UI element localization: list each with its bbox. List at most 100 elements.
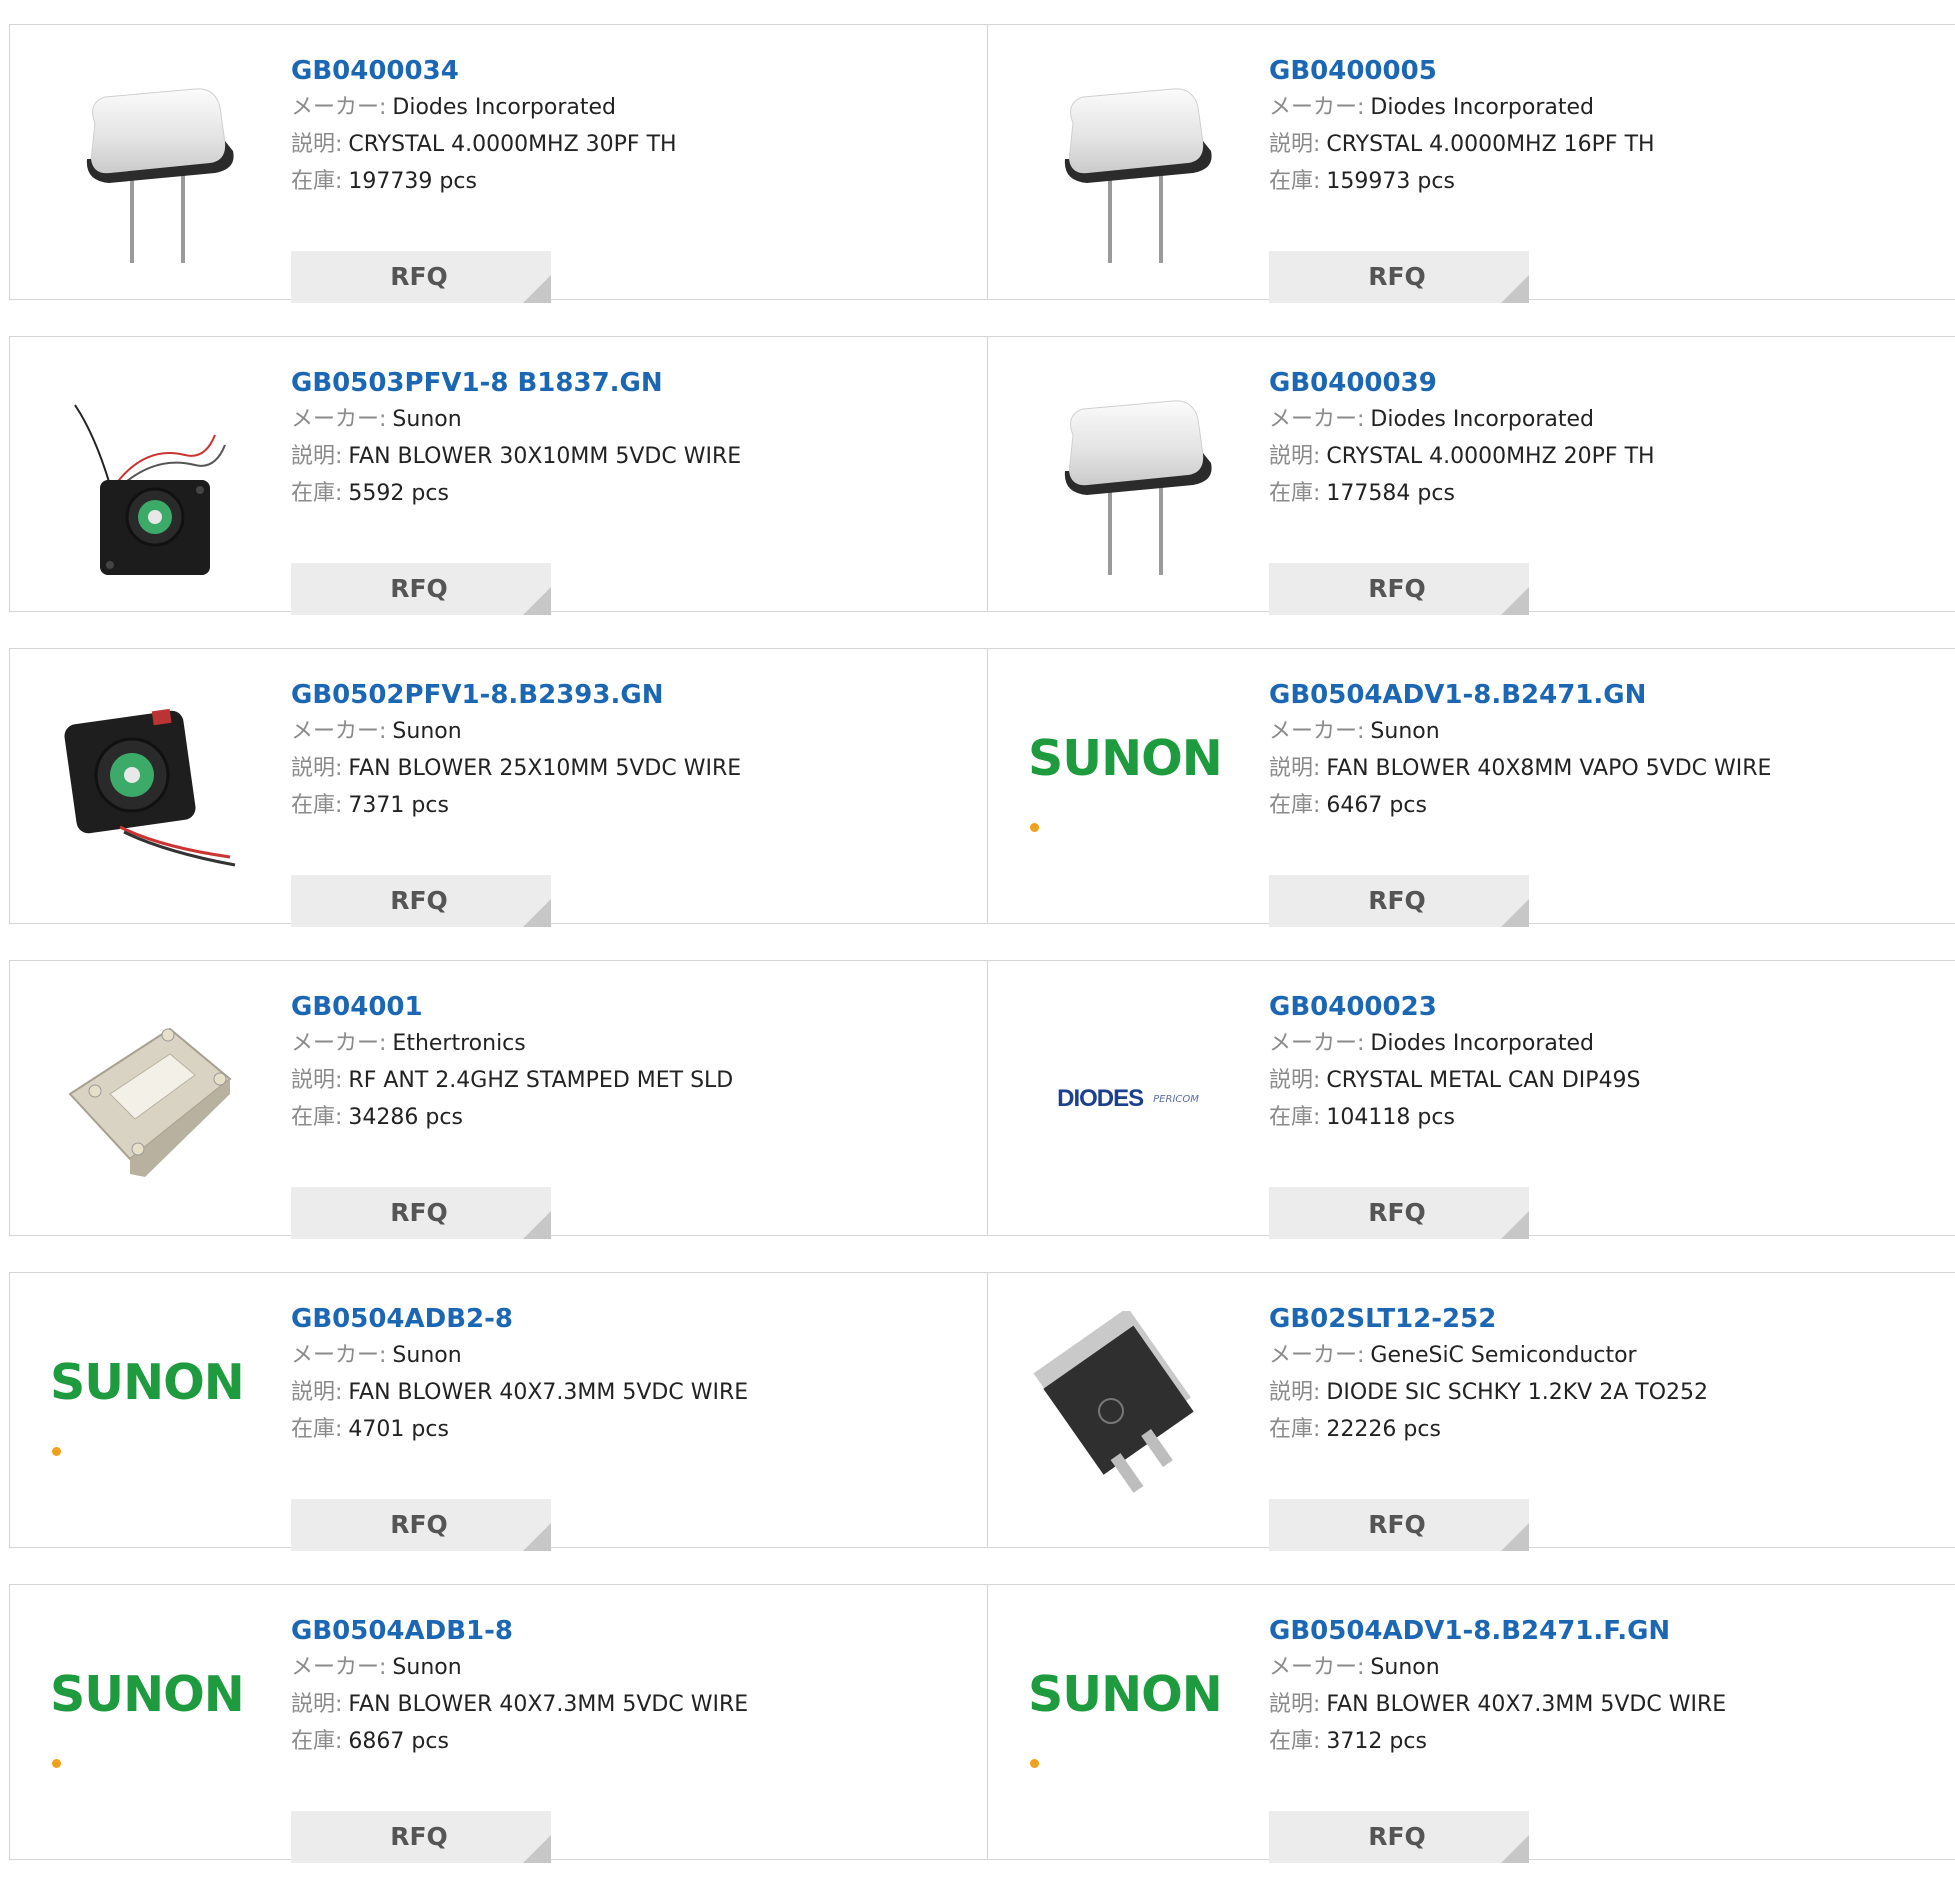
- rfq-button[interactable]: RFQ: [291, 563, 551, 615]
- part-number-link[interactable]: GB02SLT12-252: [1269, 1301, 1496, 1337]
- description-line: 説明: FAN BLOWER 40X7.3MM 5VDC WIRE: [291, 1686, 977, 1723]
- rfq-corner-decoration: [1501, 1835, 1529, 1863]
- product-card: GB0400034 メーカー: Diodes Incorporated 説明: CR…: [9, 24, 988, 303]
- rfq-button[interactable]: RFQ: [1269, 1811, 1529, 1863]
- product-card: GB0400039 メーカー: Diodes Incorporated 説明: CR…: [988, 336, 1955, 615]
- part-number-link[interactable]: GB0400023: [1269, 989, 1437, 1025]
- sunon-logo-dot: [1030, 823, 1039, 832]
- product-card: GB04001 メーカー: Ethertronics 説明: RF ANT 2.4G…: [9, 960, 988, 1239]
- product-image[interactable]: [50, 999, 250, 1199]
- description-line: 説明: CRYSTAL 4.0000MHZ 16PF TH: [1269, 126, 1955, 163]
- rfq-label: RFQ: [390, 1198, 448, 1227]
- maker-line: メーカー: Diodes Incorporated: [1269, 1025, 1955, 1062]
- stock-label: 在庫:: [1269, 1105, 1321, 1130]
- part-number-link[interactable]: GB0503PFV1-8 B1837.GN: [291, 365, 663, 401]
- stock-value: 177584 pcs: [1326, 481, 1455, 506]
- description-line: 説明: FAN BLOWER 40X7.3MM 5VDC WIRE: [1269, 1686, 1955, 1723]
- product-image[interactable]: DIODES PERICOM: [1028, 999, 1228, 1199]
- rfq-label: RFQ: [1368, 1510, 1426, 1539]
- part-number-link[interactable]: GB04001: [291, 989, 423, 1025]
- maker-line: メーカー: Sunon: [1269, 1649, 1955, 1686]
- product-image[interactable]: [50, 63, 250, 263]
- maker-label: メーカー:: [1269, 1031, 1365, 1056]
- part-number-link[interactable]: GB0400005: [1269, 53, 1437, 89]
- sunon-logo: SUNON: [1028, 730, 1228, 844]
- maker-line: メーカー: Sunon: [291, 1649, 977, 1686]
- part-number-link[interactable]: GB0400039: [1269, 365, 1437, 401]
- product-card: GB0400005 メーカー: Diodes Incorporated 説明: CR…: [988, 24, 1955, 303]
- maker-line: メーカー: Diodes Incorporated: [291, 89, 977, 126]
- rfq-button[interactable]: RFQ: [1269, 563, 1529, 615]
- description-value: CRYSTAL 4.0000MHZ 20PF TH: [1326, 444, 1655, 469]
- product-image[interactable]: [1028, 63, 1228, 263]
- diodes-pericom-logo: DIODES PERICOM: [1057, 1085, 1199, 1113]
- rfq-button[interactable]: RFQ: [291, 1499, 551, 1551]
- product-image[interactable]: SUNON: [1028, 687, 1228, 887]
- maker-line: メーカー: Ethertronics: [291, 1025, 977, 1062]
- rfq-button[interactable]: RFQ: [1269, 251, 1529, 303]
- product-image[interactable]: SUNON: [1028, 1623, 1228, 1823]
- description-value: RF ANT 2.4GHZ STAMPED MET SLD: [348, 1068, 734, 1093]
- maker-value: Diodes Incorporated: [1370, 407, 1594, 432]
- product-info: GB02SLT12-252 メーカー: GeneSiC Semiconductor…: [1269, 1301, 1955, 1551]
- product-image[interactable]: [1028, 1311, 1228, 1511]
- description-value: FAN BLOWER 40X8MM VAPO 5VDC WIRE: [1326, 756, 1772, 781]
- description-label: 説明:: [1269, 1380, 1321, 1405]
- rfq-corner-decoration: [523, 1211, 551, 1239]
- rfq-button[interactable]: RFQ: [291, 251, 551, 303]
- description-label: 説明:: [291, 1380, 343, 1405]
- product-row: SUNON GB0504ADB2-8 メーカー: Sunon 説明: FAN BLO…: [9, 1272, 1955, 1551]
- product-grid: GB0400034 メーカー: Diodes Incorporated 説明: CR…: [9, 24, 1955, 1896]
- part-number-link[interactable]: GB0504ADB2-8: [291, 1301, 513, 1337]
- product-image[interactable]: [50, 375, 250, 575]
- stock-label: 在庫:: [1269, 793, 1321, 818]
- product-image[interactable]: [50, 687, 250, 887]
- description-value: CRYSTAL 4.0000MHZ 30PF TH: [348, 132, 677, 157]
- rfq-button[interactable]: RFQ: [1269, 1187, 1529, 1239]
- stock-value: 6867 pcs: [348, 1729, 449, 1754]
- product-image[interactable]: SUNON: [50, 1623, 250, 1823]
- description-label: 説明:: [1269, 1692, 1321, 1717]
- description-line: 説明: FAN BLOWER 40X7.3MM 5VDC WIRE: [291, 1374, 977, 1411]
- product-row: SUNON GB0504ADB1-8 メーカー: Sunon 説明: FAN BLO…: [9, 1584, 1955, 1863]
- maker-line: メーカー: Sunon: [291, 401, 977, 438]
- part-number-link[interactable]: GB0504ADV1-8.B2471.F.GN: [1269, 1613, 1670, 1649]
- product-info: GB0400039 メーカー: Diodes Incorporated 説明: CR…: [1269, 365, 1955, 615]
- description-line: 説明: CRYSTAL 4.0000MHZ 30PF TH: [291, 126, 977, 163]
- rfq-button[interactable]: RFQ: [1269, 1499, 1529, 1551]
- product-image[interactable]: [1028, 375, 1228, 575]
- rfq-corner-decoration: [523, 587, 551, 615]
- part-number-link[interactable]: GB0502PFV1-8.B2393.GN: [291, 677, 663, 713]
- stock-value: 6467 pcs: [1326, 793, 1427, 818]
- maker-line: メーカー: Sunon: [291, 713, 977, 750]
- description-line: 説明: FAN BLOWER 40X8MM VAPO 5VDC WIRE: [1269, 750, 1955, 787]
- rfq-button[interactable]: RFQ: [291, 1187, 551, 1239]
- stock-value: 7371 pcs: [348, 793, 449, 818]
- sunon-logo: SUNON: [50, 1666, 250, 1780]
- rfq-label: RFQ: [1368, 1198, 1426, 1227]
- part-number-link[interactable]: GB0504ADV1-8.B2471.GN: [1269, 677, 1646, 713]
- description-line: 説明: DIODE SIC SCHKY 1.2KV 2A TO252: [1269, 1374, 1955, 1411]
- maker-line: メーカー: Diodes Incorporated: [1269, 401, 1955, 438]
- product-image[interactable]: SUNON: [50, 1311, 250, 1511]
- rfq-button[interactable]: RFQ: [291, 1811, 551, 1863]
- stock-value: 197739 pcs: [348, 169, 477, 194]
- product-card: GB0503PFV1-8 B1837.GN メーカー: Sunon 説明: FAN …: [9, 336, 988, 615]
- product-info: GB0400023 メーカー: Diodes Incorporated 説明: CR…: [1269, 989, 1955, 1239]
- pericom-logo-text: PERICOM: [1153, 1093, 1199, 1105]
- rfq-button[interactable]: RFQ: [291, 875, 551, 927]
- product-info: GB0504ADV1-8.B2471.F.GN メーカー: Sunon 説明: FA…: [1269, 1613, 1955, 1863]
- rfq-corner-decoration: [1501, 899, 1529, 927]
- part-number-link[interactable]: GB0400034: [291, 53, 459, 89]
- rfq-label: RFQ: [390, 886, 448, 915]
- product-info: GB04001 メーカー: Ethertronics 説明: RF ANT 2.4G…: [291, 989, 977, 1239]
- stock-line: 在庫: 34286 pcs: [291, 1099, 977, 1136]
- product-card: SUNON GB0504ADB1-8 メーカー: Sunon 説明: FAN BLO…: [9, 1584, 988, 1863]
- rfq-label: RFQ: [390, 262, 448, 291]
- part-number-link[interactable]: GB0504ADB1-8: [291, 1613, 513, 1649]
- rfq-button[interactable]: RFQ: [1269, 875, 1529, 927]
- description-label: 説明:: [291, 756, 343, 781]
- product-card: SUNON GB0504ADV1-8.B2471.F.GN メーカー: Sunon…: [988, 1584, 1955, 1863]
- maker-label: メーカー:: [291, 1343, 387, 1368]
- diodes-logo-text: DIODES: [1057, 1085, 1144, 1112]
